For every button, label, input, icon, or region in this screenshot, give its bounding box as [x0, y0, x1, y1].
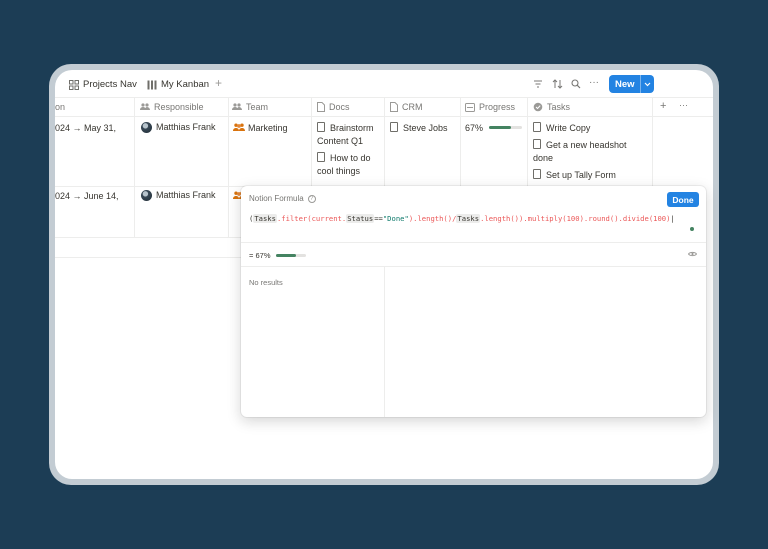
formula-icon [465, 102, 475, 112]
doc-item[interactable]: How to do cool things [317, 152, 381, 178]
row-2-date[interactable]: 024 → June 14, [55, 191, 119, 201]
more-options-icon[interactable]: ··· [589, 77, 599, 88]
page-icon [317, 152, 325, 162]
avatar [141, 190, 152, 202]
column-header-tasks[interactable]: Tasks [533, 102, 570, 112]
search-icon[interactable] [571, 79, 581, 92]
new-button[interactable]: New [609, 75, 654, 93]
people-icon [140, 103, 150, 110]
task-item[interactable]: Get a new headshot done [533, 139, 643, 165]
add-column-button[interactable]: + [660, 100, 666, 112]
grid-icon [69, 79, 79, 90]
page-icon [533, 169, 541, 179]
column-header-progress[interactable]: Progress [465, 102, 515, 112]
formula-editor-popup: Notion Formula ? Done (Tasks.filter(curr… [241, 186, 706, 417]
no-results-text: No results [249, 278, 283, 287]
progress-bar [489, 126, 522, 129]
task-item[interactable]: Set up Tally Form [533, 169, 643, 182]
doc-item[interactable]: Brainstorm Content Q1 [317, 122, 381, 148]
team-icon [233, 123, 245, 131]
result-progress-bar [275, 254, 306, 257]
column-header-date[interactable]: on [55, 102, 65, 112]
column-header-team[interactable]: Team [232, 102, 268, 112]
sort-icon[interactable] [552, 79, 563, 92]
progress-bar-fill [489, 126, 512, 129]
popup-column-divider [384, 266, 385, 417]
page-icon [390, 122, 398, 132]
filter-icon[interactable] [533, 79, 543, 92]
page-icon [317, 122, 325, 132]
property-token: Status [346, 214, 375, 223]
column-header-crm[interactable]: CRM [390, 102, 423, 112]
tab-projects-nav[interactable]: Projects Nav [69, 79, 137, 90]
row-2-responsible[interactable]: Matthias Frank [141, 190, 216, 202]
popup-title: Notion Formula ? [249, 194, 316, 203]
eye-icon[interactable] [687, 250, 698, 259]
property-token: Tasks [253, 214, 277, 223]
done-button[interactable]: Done [667, 192, 699, 207]
view-toolbar: Projects Nav My Kanban + ··· New [55, 70, 713, 98]
task-item[interactable]: Write Copy [533, 122, 643, 135]
page-icon [533, 139, 541, 149]
row-1-date[interactable]: 024 → May 31, [55, 123, 116, 133]
column-header-responsible[interactable]: Responsible [140, 102, 204, 112]
tab-label: Projects Nav [83, 79, 137, 90]
page-icon [317, 102, 325, 112]
kanban-icon [147, 80, 157, 89]
page-icon [533, 122, 541, 132]
people-icon [232, 103, 242, 110]
popup-divider [241, 242, 706, 243]
progress-value: 67% [465, 123, 484, 133]
help-icon[interactable]: ? [307, 194, 316, 203]
row-1-responsible[interactable]: Matthias Frank [141, 122, 216, 134]
chevron-down-icon[interactable] [640, 75, 654, 93]
add-view-button[interactable]: + [215, 76, 222, 90]
new-button-label: New [615, 78, 635, 90]
popup-divider [241, 266, 706, 267]
tab-my-kanban[interactable]: My Kanban [147, 79, 209, 90]
tab-label: My Kanban [161, 79, 210, 90]
property-token: Tasks [456, 214, 481, 223]
avatar [141, 122, 152, 134]
formula-result: = 67% [249, 251, 306, 260]
column-divider [134, 97, 135, 238]
row-1-team[interactable]: Marketing [233, 123, 288, 133]
page-icon [390, 102, 398, 112]
column-divider [228, 97, 229, 238]
result-progress-fill [275, 254, 296, 257]
crm-item[interactable]: Steve Jobs [390, 122, 448, 135]
valid-indicator-icon [690, 227, 694, 231]
formula-input[interactable]: (Tasks.filter(current.Status=="Done").le… [249, 213, 695, 225]
relation-icon [533, 102, 543, 112]
column-header-docs[interactable]: Docs [317, 102, 350, 112]
column-more-icon[interactable]: ··· [679, 100, 688, 110]
